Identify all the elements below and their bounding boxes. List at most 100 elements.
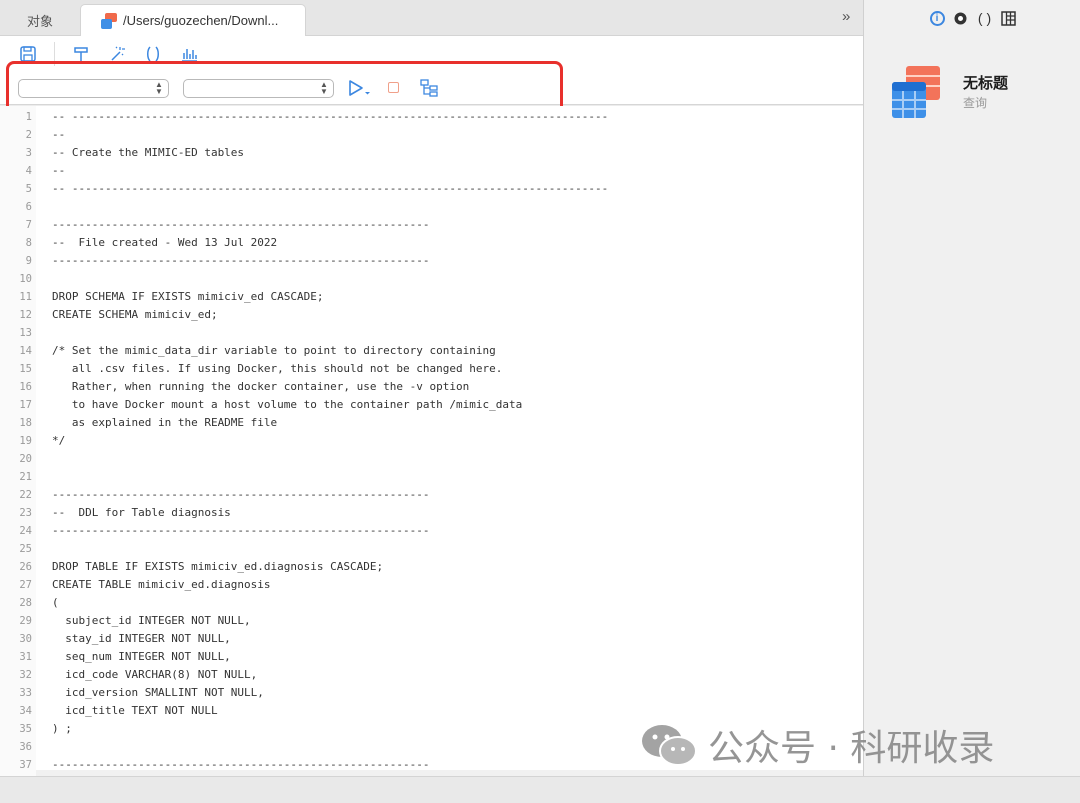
line-number: 2 <box>25 129 32 141</box>
tab-objects[interactable]: 对象 <box>0 4 80 36</box>
line-number: 23 <box>19 507 32 519</box>
code-line[interactable]: 16 Rather, when running the docker conta… <box>0 378 863 396</box>
watermark-text: 公众号 · 科研收录 <box>708 728 995 769</box>
code-line[interactable]: 11 DROP SCHEMA IF EXISTS mimiciv_ed CASCA… <box>0 288 863 306</box>
sql-editor[interactable]: 1 -- ------------------------------------… <box>0 106 863 776</box>
code-text: as explained in the README file <box>52 416 278 429</box>
chart-button[interactable] <box>179 44 199 64</box>
line-number: 17 <box>19 399 32 411</box>
code-line[interactable]: 2 -- <box>0 126 863 144</box>
code-text: ----------------------------------------… <box>52 218 430 231</box>
line-number: 11 <box>19 291 32 303</box>
info-pane-toolbar: i ( ) <box>864 0 1080 36</box>
run-button[interactable] <box>347 78 373 98</box>
tab-query-file[interactable]: /Users/guozechen/Downl... <box>80 4 306 36</box>
code-line[interactable]: 33 icd_version SMALLINT NOT NULL, <box>0 684 863 702</box>
code-line[interactable]: 8 -- File created - Wed 13 Jul 2022 <box>0 234 863 252</box>
chevron-updown-icon: ▲ ▼ <box>155 80 163 96</box>
code-line[interactable]: 1 -- ------------------------------------… <box>0 108 863 126</box>
code-line[interactable]: 30 stay_id INTEGER NOT NULL, <box>0 630 863 648</box>
code-text: -- DDL for Table diagnosis <box>52 506 231 519</box>
code-line[interactable]: 31 seq_num INTEGER NOT NULL, <box>0 648 863 666</box>
code-line[interactable]: 34 icd_title TEXT NOT NULL <box>0 702 863 720</box>
chevron-updown-icon: ▲ ▼ <box>320 80 328 96</box>
code-text: ( <box>52 596 59 609</box>
code-line[interactable]: 4 -- <box>0 162 863 180</box>
explain-button[interactable] <box>420 79 438 97</box>
line-number: 30 <box>19 633 32 645</box>
connection-select[interactable]: ▲ ▼ <box>18 79 169 98</box>
save-button[interactable] <box>18 44 38 64</box>
query-title: 无标题 <box>963 75 1009 92</box>
expand-tabs-icon[interactable]: » <box>842 8 850 25</box>
line-number: 7 <box>25 219 32 231</box>
query-type: 查询 <box>963 96 988 110</box>
line-number: 24 <box>19 525 32 537</box>
code-text: all .csv files. If using Docker, this sh… <box>52 362 503 375</box>
code-line[interactable]: 22 --------------------------------------… <box>0 486 863 504</box>
code-line[interactable]: 15 all .csv files. If using Docker, this… <box>0 360 863 378</box>
query-icon <box>890 64 942 120</box>
code-line[interactable]: 14 /* Set the mimic_data_dir variable to … <box>0 342 863 360</box>
line-number: 21 <box>19 471 32 483</box>
code-line[interactable]: 24 --------------------------------------… <box>0 522 863 540</box>
code-line[interactable]: 3 -- Create the MIMIC-ED tables <box>0 144 863 162</box>
code-line[interactable]: 7 ---------------------------------------… <box>0 216 863 234</box>
code-line[interactable]: 32 icd_code VARCHAR(8) NOT NULL, <box>0 666 863 684</box>
code-text: icd_code VARCHAR(8) NOT NULL, <box>52 668 258 681</box>
code-line[interactable]: 29 subject_id INTEGER NOT NULL, <box>0 612 863 630</box>
line-number: 33 <box>19 687 32 699</box>
line-number: 12 <box>19 309 32 321</box>
code-text: ----------------------------------------… <box>52 524 430 537</box>
code-line[interactable]: 20 <box>0 450 863 468</box>
snippet-button[interactable] <box>143 44 163 64</box>
code-text: -- -------------------------------------… <box>52 110 609 123</box>
code-line[interactable]: 25 <box>0 540 863 558</box>
line-number: 28 <box>19 597 32 609</box>
code-line[interactable]: 19 */ <box>0 432 863 450</box>
line-number: 37 <box>19 759 32 771</box>
code-line[interactable]: 13 <box>0 324 863 342</box>
format-button[interactable] <box>71 44 91 64</box>
stop-button[interactable] <box>388 82 399 93</box>
line-number: 32 <box>19 669 32 681</box>
code-line[interactable]: 26 DROP TABLE IF EXISTS mimiciv_ed.diagno… <box>0 558 863 576</box>
code-line[interactable]: 12 CREATE SCHEMA mimiciv_ed; <box>0 306 863 324</box>
code-text: -- Create the MIMIC-ED tables <box>52 146 245 159</box>
code-line[interactable]: 18 as explained in the README file <box>0 414 863 432</box>
code-line[interactable]: 5 -- ------------------------------------… <box>0 180 863 198</box>
code-text: ----------------------------------------… <box>52 254 430 267</box>
line-number: 4 <box>25 165 32 177</box>
watermark: 公众号 · 科研收录 <box>640 722 995 769</box>
line-number: 16 <box>19 381 32 393</box>
code-line[interactable]: 10 <box>0 270 863 288</box>
code-line[interactable]: 21 <box>0 468 863 486</box>
line-number: 22 <box>19 489 32 501</box>
line-number: 29 <box>19 615 32 627</box>
code-text: DROP SCHEMA IF EXISTS mimiciv_ed CASCADE… <box>52 290 324 303</box>
line-number: 9 <box>25 255 32 267</box>
code-text: -- <box>52 128 66 141</box>
play-icon <box>349 80 370 96</box>
toolbar-divider <box>54 42 55 66</box>
columns-icon[interactable] <box>1001 10 1017 26</box>
code-line[interactable]: 9 ---------------------------------------… <box>0 252 863 270</box>
code-line[interactable]: 28 ( <box>0 594 863 612</box>
code-line[interactable]: 6 <box>0 198 863 216</box>
line-number: 19 <box>19 435 32 447</box>
code-line[interactable]: 27 CREATE TABLE mimiciv_ed.diagnosis <box>0 576 863 594</box>
line-number: 35 <box>19 723 32 735</box>
code-line[interactable]: 17 to have Docker mount a host volume to… <box>0 396 863 414</box>
braces-icon[interactable]: ( ) <box>977 10 993 26</box>
line-number: 36 <box>19 741 32 753</box>
info-icon[interactable]: i <box>929 10 945 26</box>
database-select[interactable]: ▲ ▼ <box>183 79 334 98</box>
code-line[interactable]: 23 -- DDL for Table diagnosis <box>0 504 863 522</box>
magic-button[interactable] <box>107 44 127 64</box>
code-text: stay_id INTEGER NOT NULL, <box>52 632 231 645</box>
code-text: to have Docker mount a host volume to th… <box>52 398 523 411</box>
code-text: icd_title TEXT NOT NULL <box>52 704 218 717</box>
line-number: 6 <box>25 201 32 213</box>
status-bar <box>0 776 1080 803</box>
eye-icon[interactable] <box>953 10 969 26</box>
